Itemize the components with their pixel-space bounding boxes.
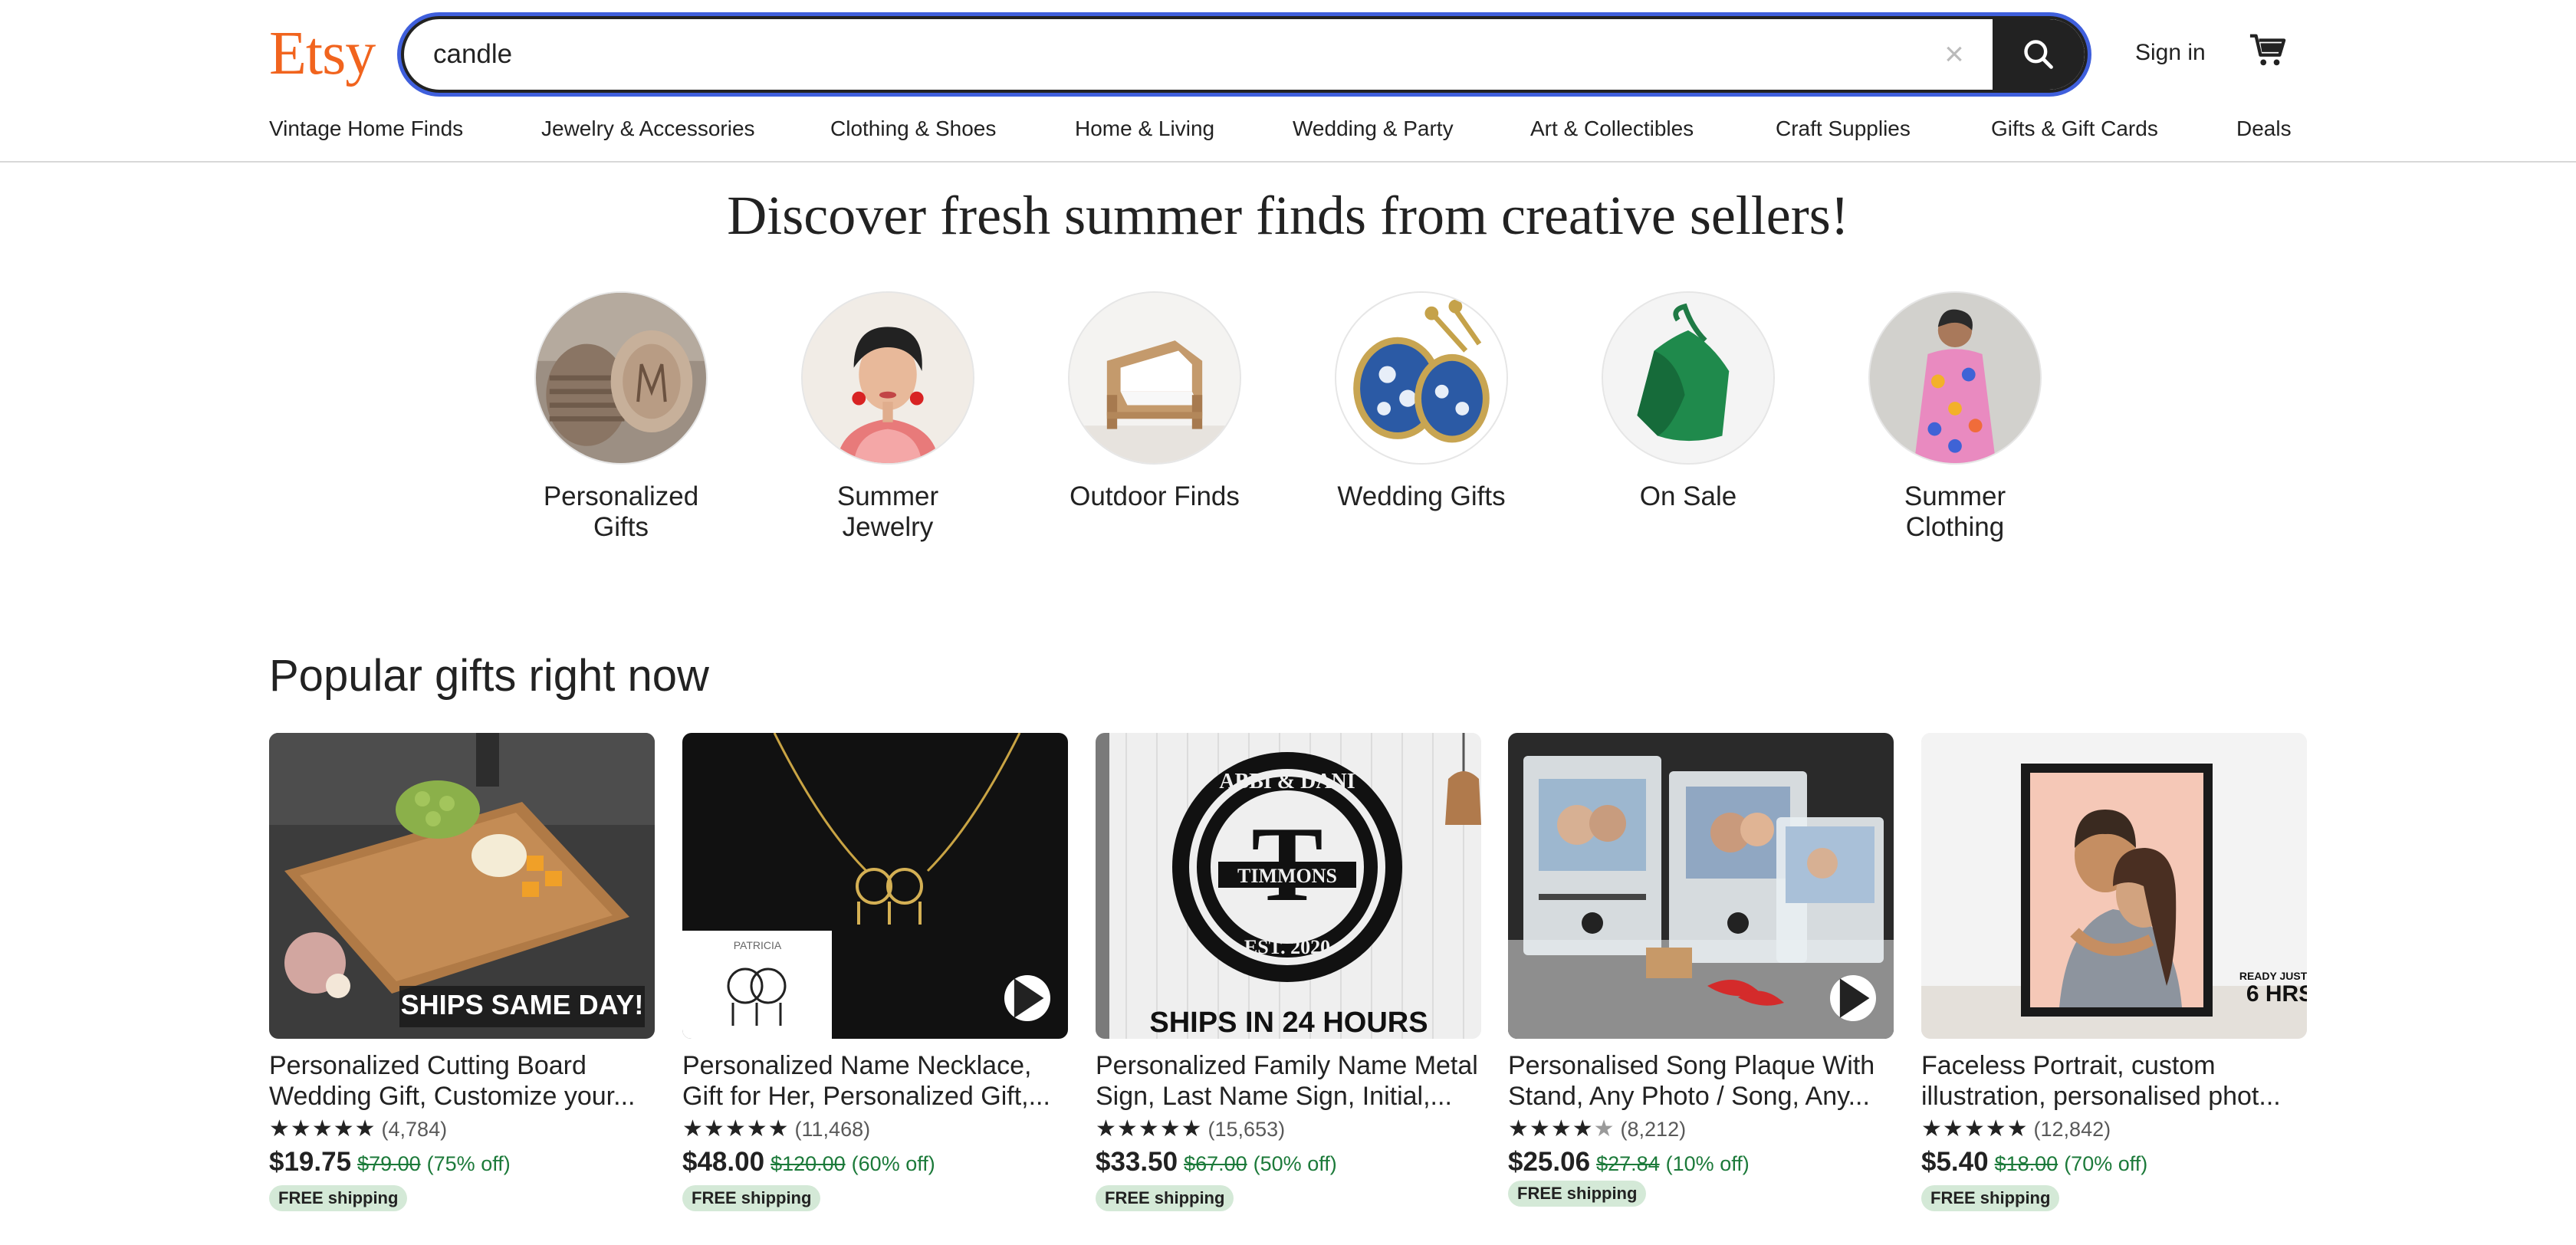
- discount-percent: (50% off): [1253, 1152, 1337, 1175]
- nav-item-vintage-home-finds[interactable]: Vintage Home Finds: [269, 117, 463, 141]
- star-rating-icon: ★ ★ ★ ★ ★: [682, 1116, 789, 1142]
- nav-item-clothing-shoes[interactable]: Clothing & Shoes: [830, 117, 996, 141]
- free-shipping-badge: FREE shipping: [269, 1185, 408, 1211]
- product-title[interactable]: Personalized Family Name Metal Sign, Las…: [1096, 1050, 1481, 1112]
- review-count: (4,784): [381, 1117, 448, 1141]
- category-image[interactable]: [1868, 291, 2042, 465]
- etsy-home-page: Etsy × Sign in Vintage Home Finds Jewelr…: [0, 0, 2576, 1245]
- sale-price: $33.50: [1096, 1147, 1178, 1177]
- free-shipping-badge: FREE shipping: [1096, 1185, 1234, 1211]
- star-rating-icon: ★ ★ ★ ★ ★: [1508, 1116, 1615, 1142]
- review-count: (12,842): [2033, 1117, 2111, 1141]
- price-row: $33.50 $67.00 (50% off): [1096, 1147, 1337, 1178]
- discount-percent: (75% off): [426, 1152, 511, 1175]
- hero-title: Discover fresh summer finds from creativ…: [727, 185, 1849, 246]
- product-image[interactable]: SHIPS SAME DAY!: [269, 733, 655, 1039]
- free-shipping-badge: FREE shipping: [682, 1185, 821, 1211]
- review-count: (15,653): [1208, 1117, 1286, 1141]
- product-title[interactable]: Personalized Name Necklace, Gift for Her…: [682, 1050, 1068, 1112]
- discount-percent: (60% off): [851, 1152, 935, 1175]
- product-image[interactable]: ABBI & DANI T TIMMONS EST. 2020 SHIPS IN…: [1096, 733, 1481, 1039]
- search-icon: [2024, 40, 2053, 69]
- nav-item-craft-supplies[interactable]: Craft Supplies: [1776, 117, 1911, 141]
- category-image[interactable]: [1602, 291, 1775, 465]
- svg-text:TIMMONS: TIMMONS: [1237, 865, 1337, 887]
- category-image[interactable]: [801, 291, 974, 465]
- product-title[interactable]: Faceless Portrait, custom illustration, …: [1921, 1050, 2307, 1112]
- play-video-button[interactable]: [1830, 975, 1876, 1021]
- original-price: $18.00: [1994, 1152, 2058, 1175]
- review-count: (8,212): [1620, 1117, 1687, 1141]
- nav-item-jewelry-accessories[interactable]: Jewelry & Accessories: [541, 117, 755, 141]
- search-button[interactable]: [1993, 19, 2085, 90]
- product-image[interactable]: READY JUST IN 6 HRS: [1921, 733, 2307, 1039]
- review-count: (11,468): [794, 1117, 871, 1141]
- category-image[interactable]: [1068, 291, 1241, 465]
- product-rating: ★ ★ ★ ★ ★ (8,212): [1508, 1116, 1686, 1142]
- original-price: $120.00: [770, 1152, 846, 1175]
- product-rating: ★ ★ ★ ★ ★ (11,468): [682, 1116, 870, 1142]
- original-price: $79.00: [357, 1152, 421, 1175]
- category-label[interactable]: On Sale: [1573, 481, 1803, 512]
- star-rating-icon: ★ ★ ★ ★ ★: [1096, 1116, 1202, 1142]
- nav-item-home-living[interactable]: Home & Living: [1075, 117, 1214, 141]
- sign-in-link[interactable]: Sign in: [2135, 40, 2206, 66]
- category-label[interactable]: Personalized Gifts: [506, 481, 736, 543]
- nav-item-deals[interactable]: Deals: [2236, 117, 2292, 141]
- category-nav: Vintage Home Finds Jewelry & Accessories…: [0, 110, 2576, 163]
- product-title[interactable]: Personalized Cutting Board Wedding Gift,…: [269, 1050, 655, 1112]
- category-label[interactable]: Summer Jewelry: [773, 481, 1003, 543]
- clear-search-icon[interactable]: ×: [1937, 38, 1971, 73]
- category-image[interactable]: [1335, 291, 1508, 465]
- category-label[interactable]: Outdoor Finds: [1040, 481, 1270, 512]
- category-image[interactable]: [534, 291, 708, 465]
- svg-text:EST. 2020: EST. 2020: [1244, 936, 1330, 958]
- svg-text:SHIPS IN 24 HOURS: SHIPS IN 24 HOURS: [1149, 1007, 1428, 1039]
- search-input[interactable]: [433, 19, 1936, 90]
- price-row: $5.40 $18.00 (70% off): [1921, 1147, 2147, 1178]
- sale-price: $48.00: [682, 1147, 765, 1177]
- etsy-logo[interactable]: Etsy: [269, 21, 376, 86]
- sale-price: $5.40: [1921, 1147, 1989, 1177]
- nav-item-gifts-gift-cards[interactable]: Gifts & Gift Cards: [1991, 117, 2158, 141]
- original-price: $67.00: [1184, 1152, 1247, 1175]
- product-rating: ★ ★ ★ ★ ★ (15,653): [1096, 1116, 1285, 1142]
- star-rating-icon: ★ ★ ★ ★ ★: [1921, 1116, 2028, 1142]
- star-rating-icon: ★ ★ ★ ★ ★: [269, 1116, 376, 1142]
- sale-price: $25.06: [1508, 1147, 1591, 1177]
- cart-icon: [2249, 34, 2286, 66]
- price-row: $48.00 $120.00 (60% off): [682, 1147, 935, 1178]
- search-bar: ×: [401, 16, 2088, 93]
- product-rating: ★ ★ ★ ★ ★ (4,784): [269, 1116, 447, 1142]
- price-row: $25.06 $27.84 (10% off): [1508, 1147, 1750, 1178]
- product-rating: ★ ★ ★ ★ ★ (12,842): [1921, 1116, 2111, 1142]
- svg-text:READY JUST IN: READY JUST IN: [2239, 970, 2307, 982]
- svg-text:ABBI & DANI: ABBI & DANI: [1219, 770, 1355, 793]
- cart-button[interactable]: [2249, 32, 2287, 69]
- category-label[interactable]: Summer Clothing: [1840, 481, 2070, 543]
- discount-percent: (70% off): [2064, 1152, 2148, 1175]
- svg-text:SHIPS SAME DAY!: SHIPS SAME DAY!: [401, 989, 644, 1020]
- free-shipping-badge: FREE shipping: [1508, 1181, 1647, 1207]
- nav-item-wedding-party[interactable]: Wedding & Party: [1293, 117, 1454, 141]
- product-image[interactable]: [1508, 733, 1894, 1039]
- sale-price: $19.75: [269, 1147, 352, 1177]
- nav-item-art-collectibles[interactable]: Art & Collectibles: [1530, 117, 1694, 141]
- play-icon: [1014, 978, 1044, 1018]
- original-price: $27.84: [1596, 1152, 1660, 1175]
- play-video-button[interactable]: [1004, 975, 1050, 1021]
- popular-gifts-heading: Popular gifts right now: [269, 651, 709, 701]
- svg-text:6 HRS: 6 HRS: [2246, 981, 2307, 1007]
- product-image[interactable]: PATRICIA: [682, 733, 1068, 1039]
- free-shipping-badge: FREE shipping: [1921, 1185, 2060, 1211]
- discount-percent: (10% off): [1665, 1152, 1750, 1175]
- svg-text:PATRICIA: PATRICIA: [734, 939, 782, 951]
- price-row: $19.75 $79.00 (75% off): [269, 1147, 511, 1178]
- play-icon: [1839, 978, 1870, 1018]
- product-title[interactable]: Personalised Song Plaque With Stand, Any…: [1508, 1050, 1894, 1112]
- category-label[interactable]: Wedding Gifts: [1306, 481, 1536, 512]
